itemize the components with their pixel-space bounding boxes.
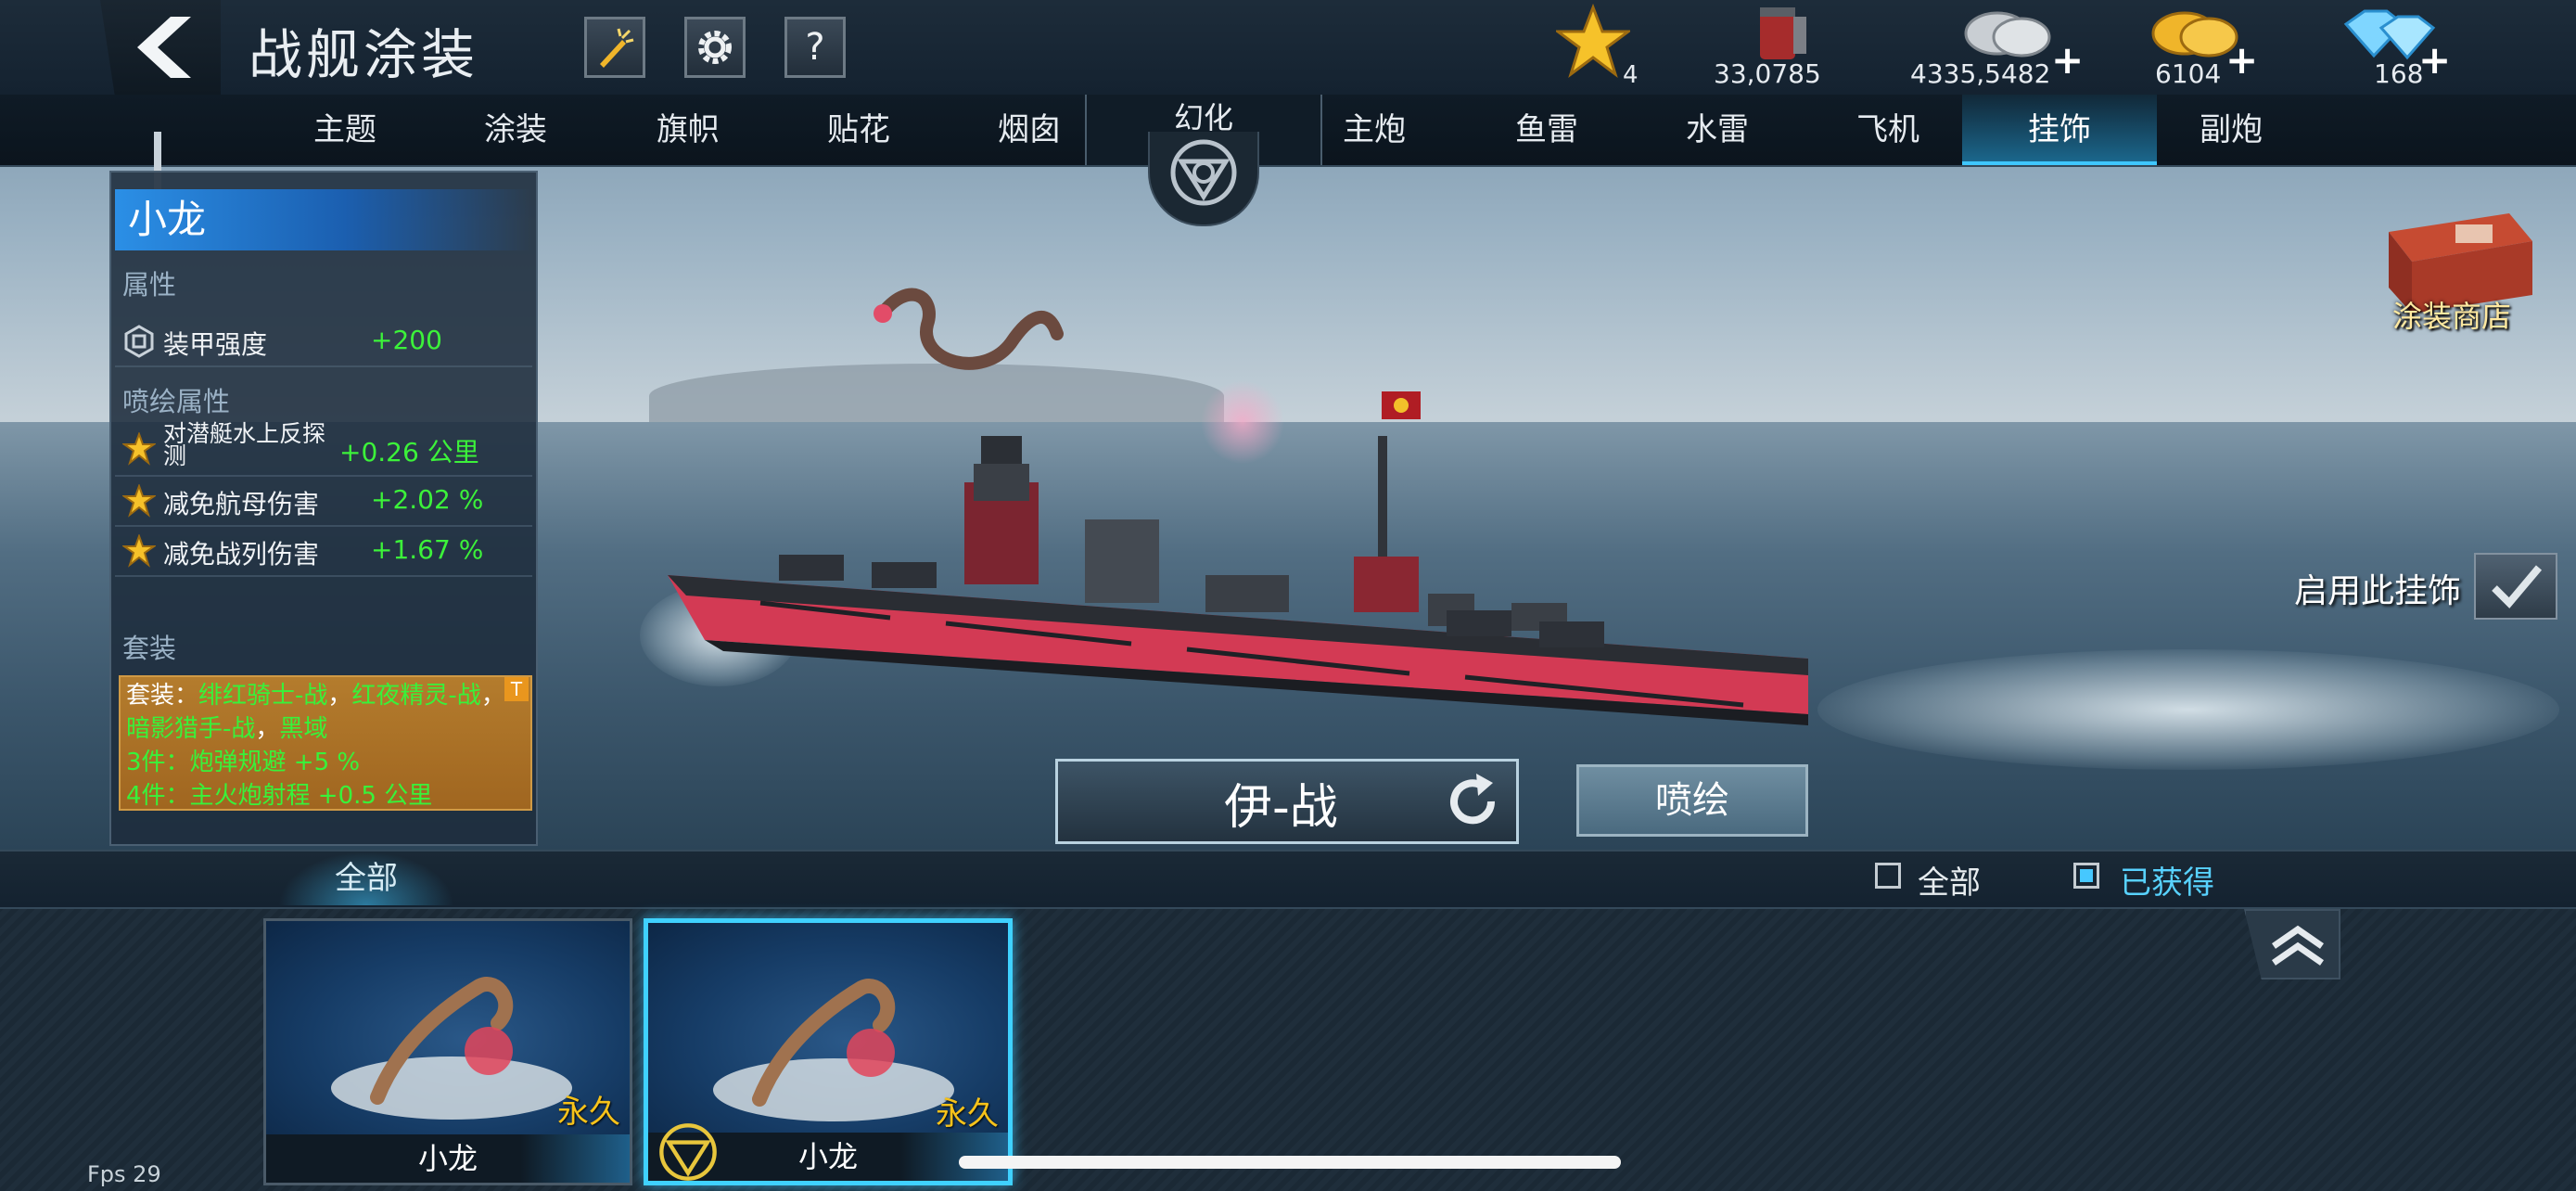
spray-attribute-row: 减免航母伤害 +2.02 % xyxy=(115,477,532,527)
stars-value: 4 xyxy=(1623,61,1639,89)
page-title: 战舰涂装 xyxy=(249,23,479,86)
spray-attribute-value: +0.26 公里 xyxy=(339,437,479,467)
gold-value: 6104 xyxy=(2155,58,2222,89)
attribute-key: 装甲强度 xyxy=(163,329,268,360)
gold-star-icon xyxy=(122,432,156,466)
silver-value: 4335,5482 xyxy=(1910,58,2051,89)
resource-paint[interactable]: 33,0785 xyxy=(1706,0,1873,95)
wake-foam xyxy=(1817,649,2559,770)
attribute-row: 装甲强度 +200 xyxy=(115,317,532,367)
tab-aircraft[interactable]: 飞机 xyxy=(1814,95,1962,165)
help-button[interactable]: ? xyxy=(784,17,846,78)
ornament-name: 小龙 xyxy=(115,189,532,250)
spray-attributes-heading: 喷绘属性 xyxy=(122,386,231,417)
spray-attribute-value: +2.02 % xyxy=(371,484,484,515)
settings-button[interactable] xyxy=(684,17,746,78)
suit-bonus-3: 3件：炮弹规避 +5 % xyxy=(126,749,361,776)
top-bar: 战舰涂装 ? 4 33,0785 4335,5482 + 6104 + 168 … xyxy=(0,0,2576,96)
star-icon xyxy=(1556,4,1630,78)
diamond-value: 168 xyxy=(2374,58,2424,89)
suit-tag: T xyxy=(504,677,529,701)
tab-ornament[interactable]: 挂饰 xyxy=(1962,95,2157,165)
dragon-thumbnail-icon xyxy=(331,977,572,1120)
suit-bonus-box: 套装：绯红骑士-战，红夜精灵-战，暗影猎手-战，黑域 3件：炮弹规避 +5 % … xyxy=(119,675,532,811)
resource-gold[interactable]: 6104 + xyxy=(2133,0,2263,95)
triangle-emblem-icon xyxy=(1170,139,1237,206)
suit-separator: ， xyxy=(327,682,352,710)
refresh-icon[interactable] xyxy=(1443,772,1502,831)
checkbox-owned[interactable] xyxy=(2073,863,2099,889)
tab-paint[interactable]: 涂装 xyxy=(441,95,590,165)
triangle-emblem-icon xyxy=(659,1123,717,1181)
attribute-value: +200 xyxy=(371,325,442,355)
spray-attribute-key: 对潜艇水上反探 测 xyxy=(163,420,326,469)
paint-bucket-icon xyxy=(1760,7,1806,59)
dragon-ornament xyxy=(874,288,1064,370)
suit-separator: ， xyxy=(480,682,505,710)
suit-member: 绯红骑士-战 xyxy=(198,682,328,710)
suit-heading: 套装 xyxy=(122,633,177,664)
suit-separator: ， xyxy=(255,715,280,743)
check-icon xyxy=(2492,565,2543,608)
paint-value: 33,0785 xyxy=(1714,58,1821,89)
spray-attribute-key: 减免航母伤害 xyxy=(163,489,320,519)
armor-icon xyxy=(124,325,154,358)
ornament-info-panel: 小龙 属性 装甲强度 +200 喷绘属性 对潜艇水上反探 测 +0.26 公里 … xyxy=(109,171,538,846)
back-button[interactable] xyxy=(100,0,221,95)
checkbox-all[interactable] xyxy=(1875,863,1901,889)
resource-silver[interactable]: 4335,5482 + xyxy=(1910,0,2084,95)
gear-icon xyxy=(698,31,732,64)
double-chevron-up-icon xyxy=(2272,925,2324,966)
gold-star-icon xyxy=(122,484,156,518)
spray-attribute-row: 对潜艇水上反探 测 +0.26 公里 xyxy=(115,421,532,477)
fireworks-icon xyxy=(600,28,634,68)
tab-mine[interactable]: 水雷 xyxy=(1643,95,1792,165)
ship-name: 伊-战 xyxy=(1224,780,1338,836)
diamond-plus-icon[interactable]: + xyxy=(2418,37,2451,83)
enable-ornament-label: 启用此挂饰 xyxy=(2294,572,2462,610)
suit-line-1: 套装：绯红骑士-战，红夜精灵-战，暗影猎手-战，黑域 xyxy=(126,679,525,746)
ornament-card-selected[interactable]: 永久 小龙 xyxy=(644,918,1013,1185)
spray-attribute-key: 减免战列伤害 xyxy=(163,539,320,570)
ornament-card-label: 小龙 xyxy=(266,1134,630,1183)
tab-secondary-gun[interactable]: 副炮 xyxy=(2157,95,2305,165)
resource-diamond[interactable]: 168 + xyxy=(2327,0,2457,95)
gold-star-icon xyxy=(122,534,156,568)
help-label: ? xyxy=(805,26,825,69)
tab-main-gun[interactable]: 主炮 xyxy=(1300,95,1448,165)
permanent-badge: 永久 xyxy=(557,1094,620,1131)
gold-plus-icon[interactable]: + xyxy=(2225,37,2258,83)
spray-attribute-value: +1.67 % xyxy=(371,534,484,565)
chevron-left-icon xyxy=(137,17,191,78)
fireworks-button[interactable] xyxy=(584,17,645,78)
attributes-heading: 属性 xyxy=(122,269,177,301)
tab-theme[interactable]: 主题 xyxy=(271,95,419,165)
home-indicator[interactable] xyxy=(959,1156,1621,1169)
filter-tab-all[interactable]: 全部 xyxy=(278,852,454,905)
suit-member: 红夜精灵-战 xyxy=(351,682,481,710)
suit-member: 暗影猎手-战 xyxy=(126,715,256,743)
permanent-badge: 永久 xyxy=(936,1095,999,1133)
enable-ornament-checkbox[interactable] xyxy=(2474,553,2557,620)
tab-decal[interactable]: 贴花 xyxy=(784,95,933,165)
checkbox-owned-label[interactable]: 已获得 xyxy=(2120,857,2214,903)
fps-counter: Fps 29 xyxy=(87,1161,161,1187)
paint-shop-label[interactable]: 涂装商店 xyxy=(2392,293,2511,336)
ornament-card[interactable]: 永久 小龙 xyxy=(263,918,632,1185)
suit-member: 黑域 xyxy=(279,715,328,743)
silver-plus-icon[interactable]: + xyxy=(2051,37,2084,83)
tab-torpedo[interactable]: 鱼雷 xyxy=(1473,95,1621,165)
spray-attribute-row: 减免战列伤害 +1.67 % xyxy=(115,527,532,577)
checkbox-all-label[interactable]: 全部 xyxy=(1918,857,1981,903)
tab-funnel[interactable]: 烟囱 xyxy=(955,95,1103,165)
tab-flag[interactable]: 旗帜 xyxy=(614,95,762,165)
resource-stars[interactable]: 4 xyxy=(1549,0,1651,95)
spray-paint-button[interactable]: 喷绘 xyxy=(1576,764,1808,837)
suit-prefix: 套装： xyxy=(126,682,199,710)
petals xyxy=(1187,380,1298,464)
silver-coins-icon xyxy=(1964,11,2051,58)
suit-bonus-4: 4件：主火炮射程 +0.5 公里 xyxy=(126,782,433,810)
